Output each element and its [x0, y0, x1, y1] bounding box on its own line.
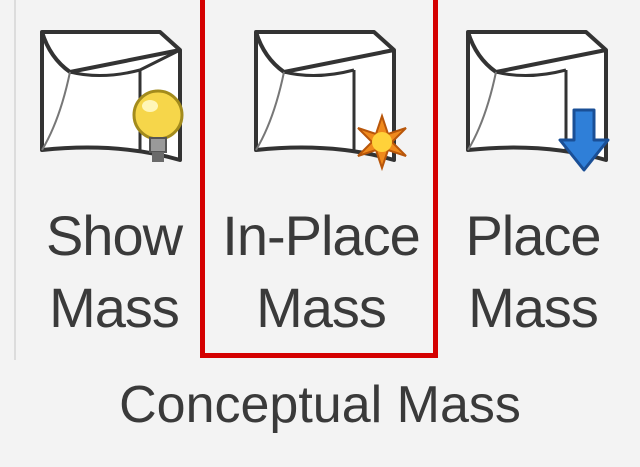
show-mass-button[interactable]: Show Mass — [30, 0, 198, 362]
highlight-frame — [200, 0, 438, 358]
mass-down-arrow-icon — [466, 30, 610, 172]
ribbon-panel-conceptual-mass: Show Mass In-Place Mass Place Mass Conce… — [0, 0, 640, 467]
show-mass-label-line1: Show — [45, 204, 183, 267]
panel-title: Conceptual Mass — [119, 376, 521, 434]
place-mass-label-line1: Place — [465, 204, 601, 267]
place-mass-label-line2: Mass — [468, 276, 599, 339]
mass-lightbulb-icon — [40, 30, 184, 162]
place-mass-button[interactable]: Place Mass — [448, 0, 618, 362]
panel-divider — [14, 0, 16, 360]
show-mass-label-line2: Mass — [49, 276, 180, 339]
